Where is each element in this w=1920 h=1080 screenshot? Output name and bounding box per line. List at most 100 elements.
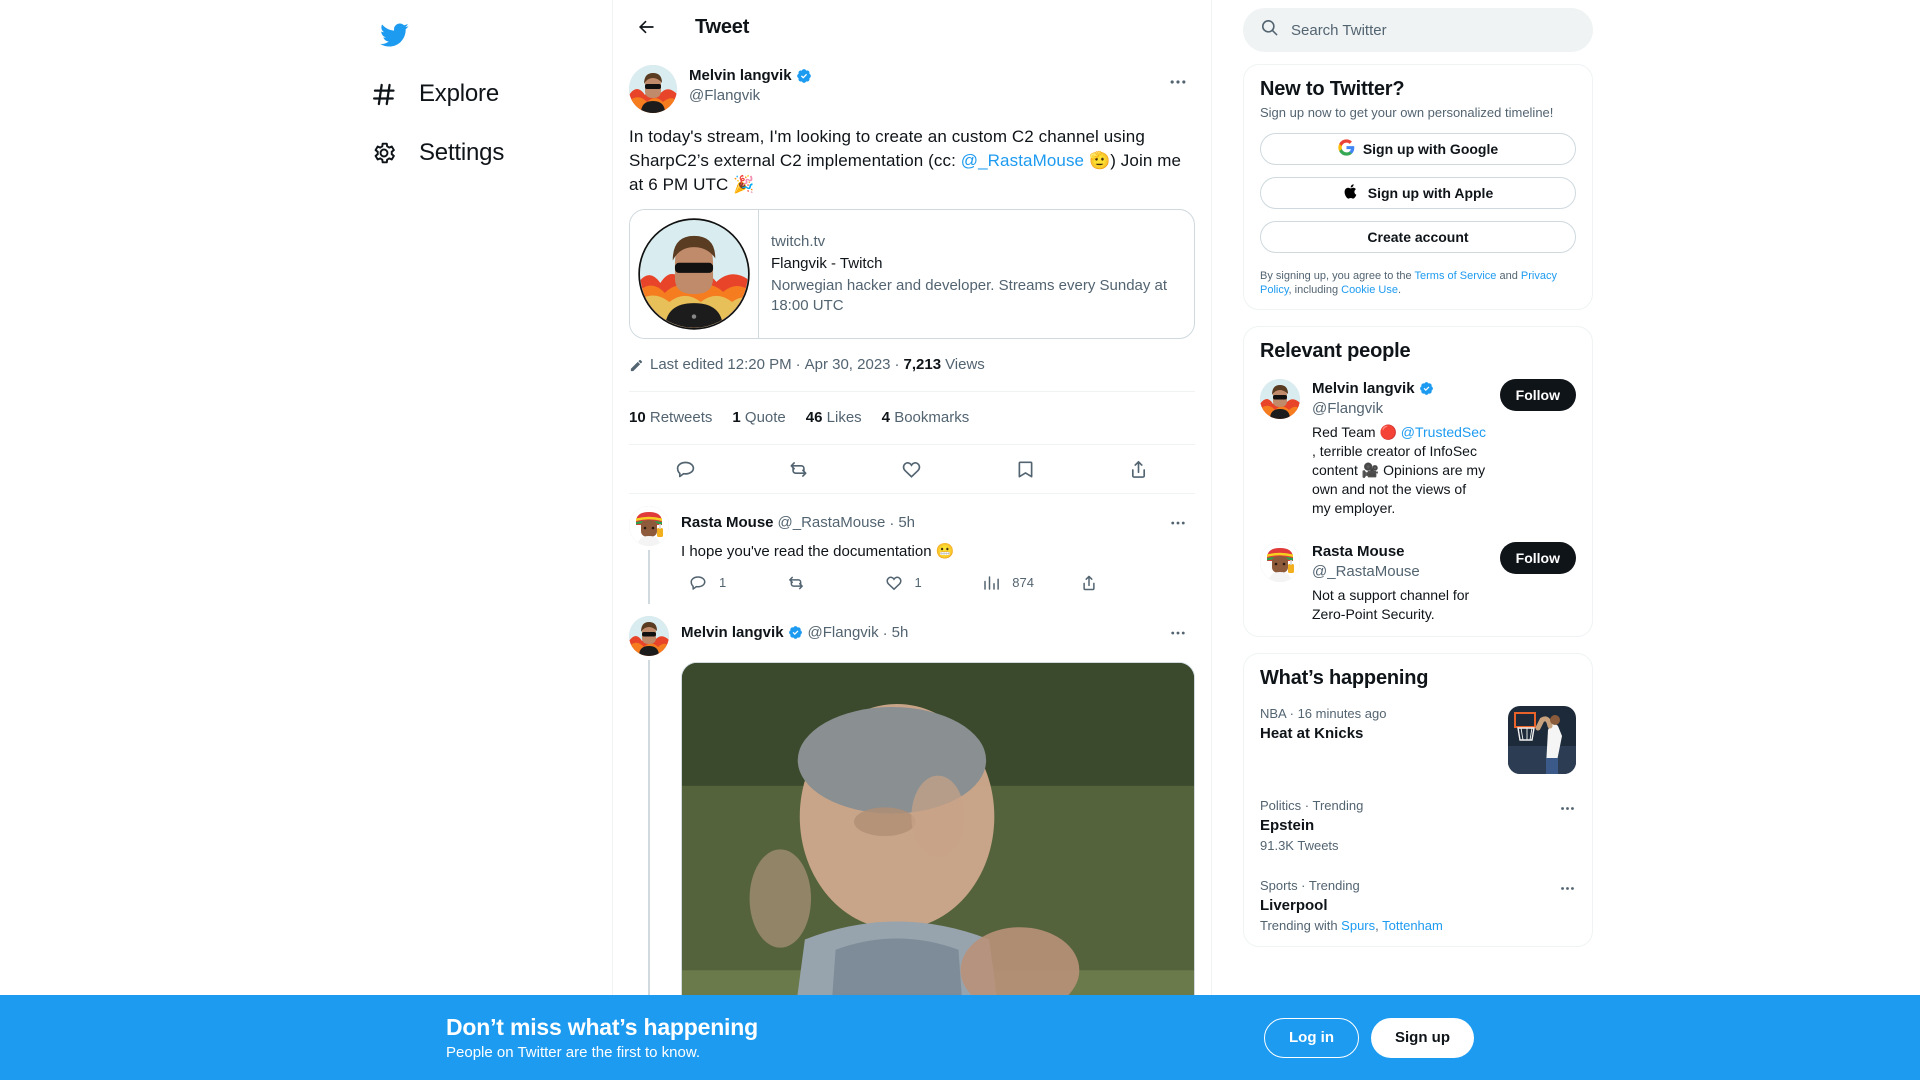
reply-item[interactable]: Rasta Mouse @_RastaMouse · 5h I hope you… [613, 494, 1211, 604]
follow-button[interactable]: Follow [1499, 379, 1576, 411]
stat-label: Quote [744, 409, 786, 426]
reply-icon[interactable] [666, 449, 706, 489]
reply-author-handle[interactable]: @_RastaMouse [778, 513, 886, 533]
person-info: Rasta Mouse @_RastaMouse Not a support c… [1312, 542, 1488, 624]
cookie-use-link[interactable]: Cookie Use [1341, 284, 1398, 296]
tweet-stats: 10 Retweets 1 Quote 46 Likes 4 Bookmarks [629, 392, 1195, 445]
views-count: 874 [1012, 575, 1034, 590]
stat-quotes[interactable]: 1 Quote [732, 408, 785, 428]
trend-info: Politics · Trending Epstein 91.3K Tweets [1260, 798, 1363, 854]
reply-text: I hope you've read the documentation 😬 [681, 543, 955, 560]
trend-with-link-1[interactable]: Spurs [1341, 918, 1375, 933]
verified-badge-icon [796, 68, 812, 84]
sidebar-item-explore[interactable]: Explore [357, 67, 511, 121]
person-name[interactable]: Rasta Mouse [1312, 542, 1405, 562]
thread-connector [648, 550, 650, 604]
trend-item[interactable]: Sports · Trending Liverpool Trending wit… [1244, 866, 1592, 946]
person-handle[interactable]: @_RastaMouse [1312, 562, 1488, 582]
reply-author-handle[interactable]: @Flangvik [808, 623, 879, 643]
reply-timestamp[interactable]: 5h [892, 623, 909, 643]
person-bio: Red Team 🔴 @TrustedSec , terrible creato… [1312, 423, 1488, 518]
reply-actions: 1 1 874 [681, 566, 1106, 600]
reply-glyph [681, 566, 715, 600]
trend-with-link-2[interactable]: Tottenham [1382, 918, 1443, 933]
trend-with: Trending with Spurs, Tottenham [1260, 918, 1443, 934]
stat-label: Bookmarks [894, 409, 970, 426]
trend-info: NBA · 16 minutes ago Heat at Knicks [1260, 706, 1386, 774]
stat-label: Likes [826, 409, 862, 426]
signup-google-button[interactable]: Sign up with Google [1260, 133, 1576, 165]
search-section [1243, 4, 1593, 64]
more-options-icon[interactable] [1559, 798, 1576, 854]
person-handle[interactable]: @Flangvik [1312, 399, 1488, 419]
stat-bookmarks[interactable]: 4 Bookmarks [882, 408, 970, 428]
trend-category: Politics · Trending [1260, 798, 1364, 813]
terms-including: , including [1288, 284, 1342, 296]
signup-bottom-banner: Don’t miss what’s happening People on Tw… [0, 995, 1920, 1080]
avatar[interactable] [1260, 379, 1300, 419]
back-arrow-icon[interactable] [629, 10, 663, 44]
trend-name: Heat at Knicks [1260, 725, 1364, 742]
tweet-actions [629, 445, 1195, 494]
create-account-button[interactable]: Create account [1260, 221, 1576, 253]
link-preview-card[interactable]: twitch.tv Flangvik - Twitch Norwegian ha… [629, 209, 1195, 339]
like-icon[interactable]: 1 [877, 566, 975, 600]
views-label: Views [945, 356, 985, 373]
retweet-icon[interactable] [779, 449, 819, 489]
avatar[interactable] [629, 65, 677, 113]
tweet-mention-link[interactable]: @_RastaMouse [961, 151, 1084, 170]
share-icon[interactable] [1118, 449, 1158, 489]
search-box[interactable] [1243, 8, 1593, 52]
author-display-name[interactable]: Melvin langvik [689, 66, 792, 86]
reply-timestamp[interactable]: 5h [898, 513, 915, 533]
stat-likes[interactable]: 46 Likes [806, 408, 862, 428]
signup-apple-button[interactable]: Sign up with Apple [1260, 177, 1576, 209]
verified-badge-icon [788, 625, 804, 641]
meta-separator-1: · [795, 356, 801, 373]
search-input[interactable] [1291, 21, 1576, 39]
more-options-icon[interactable] [1559, 878, 1576, 934]
views-metric[interactable]: 874 [974, 566, 1072, 600]
terms-of-service-link[interactable]: Terms of Service [1415, 270, 1497, 282]
more-options-icon[interactable] [1161, 65, 1195, 99]
twitter-bird-logo[interactable] [369, 10, 419, 60]
main-column: Tweet Melvin langvik @Flangvik In today'… [612, 0, 1212, 1080]
author-handle[interactable]: @Flangvik [689, 86, 1149, 106]
meta-separator-2: · [894, 356, 900, 373]
avatar[interactable] [1260, 542, 1300, 582]
login-button[interactable]: Log in [1264, 1017, 1359, 1058]
signup-button[interactable]: Sign up [1371, 1017, 1474, 1058]
banner-text: Don’t miss what’s happening People on Tw… [446, 1013, 758, 1063]
stat-count: 1 [732, 409, 741, 426]
avatar[interactable] [629, 506, 669, 546]
reply-icon[interactable]: 1 [681, 566, 779, 600]
stat-retweets[interactable]: 10 Retweets [629, 408, 712, 428]
person-item[interactable]: Rasta Mouse @_RastaMouse Not a support c… [1244, 530, 1592, 636]
trend-item[interactable]: Politics · Trending Epstein 91.3K Tweets [1244, 786, 1592, 866]
banner-buttons: Log in Sign up [1264, 1017, 1474, 1058]
person-item[interactable]: Melvin langvik @Flangvik Red Team 🔴 @Tru… [1244, 367, 1592, 530]
person-name[interactable]: Melvin langvik [1312, 379, 1415, 399]
reply-dot-separator: · [889, 514, 895, 532]
terms-text: By signing up, you agree to the Terms of… [1244, 257, 1592, 309]
reply-author-name[interactable]: Melvin langvik [681, 623, 784, 643]
like-count: 1 [914, 575, 922, 590]
hashtag-icon [369, 79, 399, 109]
share-icon[interactable] [1072, 566, 1106, 600]
signup-apple-label: Sign up with Apple [1367, 185, 1494, 201]
sidebar-item-settings[interactable]: Settings [357, 126, 516, 180]
avatar[interactable] [629, 616, 669, 656]
reply-author-name[interactable]: Rasta Mouse [681, 513, 774, 533]
trend-thumbnail [1508, 706, 1576, 774]
more-options-icon[interactable] [1161, 506, 1195, 540]
sidebar-item-label: Settings [419, 139, 505, 166]
follow-button[interactable]: Follow [1499, 542, 1576, 574]
retweet-icon[interactable] [779, 566, 877, 600]
bookmark-icon[interactable] [1005, 449, 1045, 489]
page-title: Tweet [695, 15, 750, 38]
card-preview-image [630, 210, 759, 338]
like-icon[interactable] [892, 449, 932, 489]
bio-mention-link[interactable]: @TrustedSec [1401, 424, 1486, 440]
more-options-icon[interactable] [1161, 616, 1195, 650]
trend-item[interactable]: NBA · 16 minutes ago Heat at Knicks [1244, 694, 1592, 786]
